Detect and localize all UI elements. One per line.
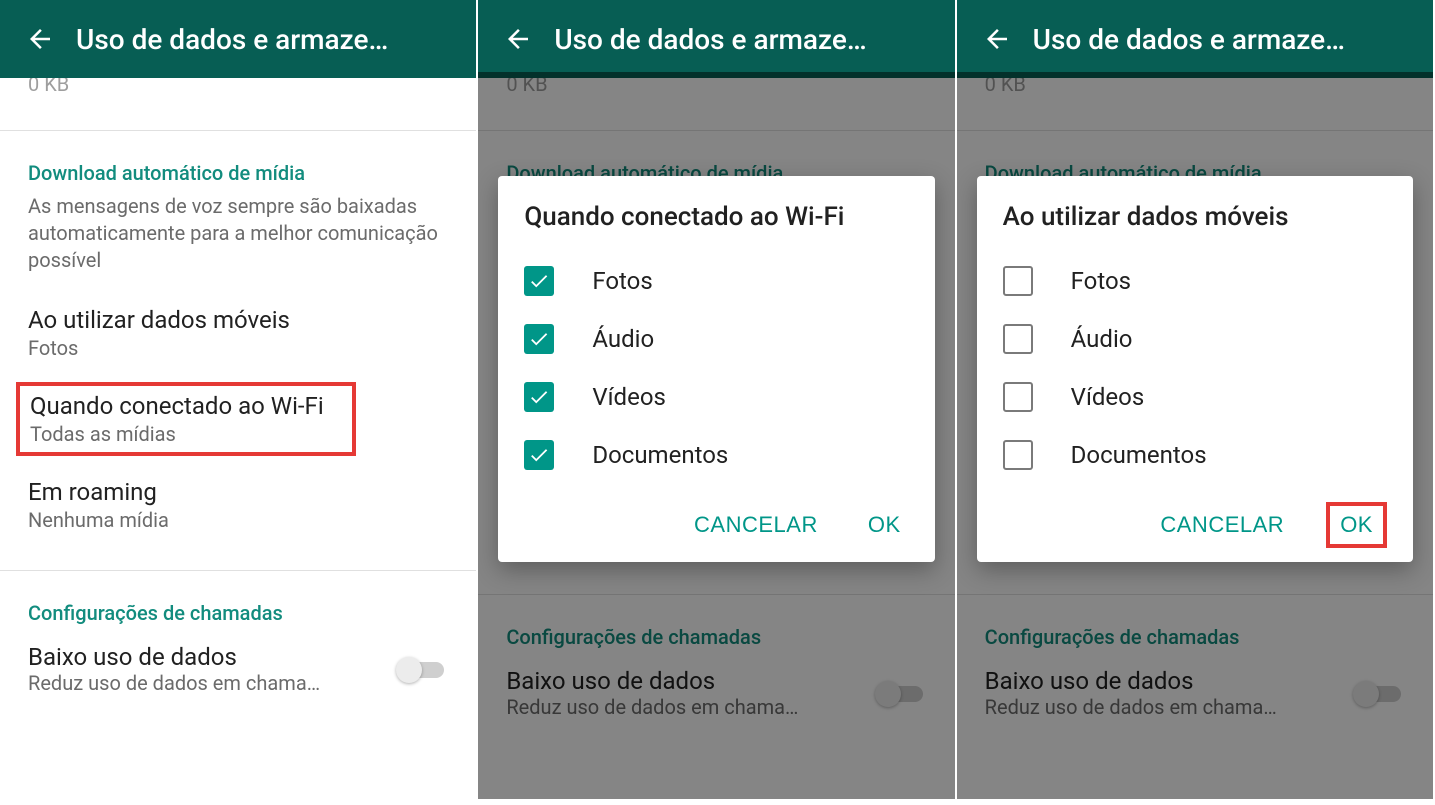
header-title: Uso de dados e armaze…: [76, 23, 458, 56]
checkbox-photos[interactable]: [524, 266, 554, 296]
checkbox-photos[interactable]: [1003, 266, 1033, 296]
wifi-download-dialog: Quando conectado ao Wi-Fi Fotos Áudio Ví…: [498, 176, 934, 562]
setting-wifi-sub: Todas as mídias: [30, 422, 342, 446]
checkbox-label: Áudio: [1071, 325, 1133, 353]
check-icon: [528, 444, 550, 466]
checkbox-label: Documentos: [592, 441, 728, 469]
checkbox-videos[interactable]: [1003, 382, 1033, 412]
setting-wifi-highlighted[interactable]: Quando conectado ao Wi-Fi Todas as mídia…: [16, 382, 356, 456]
settings-body: 0 KB Download automático de mídia As men…: [478, 72, 954, 799]
app-header: Uso de dados e armaze…: [0, 0, 476, 78]
checkbox-row-documents[interactable]: Documentos: [524, 426, 908, 484]
header-title: Uso de dados e armaze…: [1033, 23, 1415, 56]
low-data-switch[interactable]: [396, 654, 448, 684]
checkbox-row-photos[interactable]: Fotos: [1003, 252, 1387, 310]
cancel-button[interactable]: CANCELAR: [686, 502, 826, 548]
setting-roaming-sub: Nenhuma mídia: [28, 508, 448, 532]
app-header: Uso de dados e armaze…: [957, 0, 1433, 78]
setting-mobile-title: Ao utilizar dados móveis: [28, 306, 448, 334]
checkbox-row-audio[interactable]: Áudio: [524, 310, 908, 368]
checkbox-row-videos[interactable]: Vídeos: [524, 368, 908, 426]
setting-wifi-title: Quando conectado ao Wi-Fi: [30, 392, 342, 420]
setting-mobile-data[interactable]: Ao utilizar dados móveis Fotos: [0, 284, 476, 382]
checkbox-label: Vídeos: [592, 383, 666, 411]
check-icon: [528, 328, 550, 350]
checkbox-label: Fotos: [1071, 267, 1131, 295]
setting-roaming-title: Em roaming: [28, 478, 448, 506]
checkbox-row-photos[interactable]: Fotos: [524, 252, 908, 310]
mobile-download-dialog: Ao utilizar dados móveis Fotos Áudio Víd…: [977, 176, 1413, 562]
dialog-actions: CANCELAR OK: [1003, 502, 1387, 548]
back-button[interactable]: [18, 17, 62, 61]
checkbox-row-documents[interactable]: Documentos: [1003, 426, 1387, 484]
ok-button-highlighted[interactable]: OK: [1326, 502, 1387, 548]
settings-body: 0 KB Download automático de mídia As men…: [0, 72, 476, 799]
checkbox-audio[interactable]: [524, 324, 554, 354]
low-data-title: Baixo uso de dados: [28, 643, 384, 671]
checkbox-videos[interactable]: [524, 382, 554, 412]
checkbox-label: Áudio: [592, 325, 654, 353]
checkbox-label: Documentos: [1071, 441, 1207, 469]
section-media-subtitle: As mensagens de voz sempre são baixadas …: [0, 191, 476, 284]
dialog-actions: CANCELAR OK: [524, 502, 908, 548]
ok-button[interactable]: OK: [860, 502, 909, 548]
screen-mobile-dialog: Uso de dados e armaze… 0 KB Download aut…: [957, 0, 1435, 805]
arrow-left-icon: [503, 24, 533, 54]
settings-body: 0 KB Download automático de mídia As men…: [957, 72, 1433, 799]
screen-wifi-dialog: Uso de dados e armaze… 0 KB Download aut…: [478, 0, 956, 805]
dialog-title: Quando conectado ao Wi-Fi: [524, 202, 908, 232]
back-button[interactable]: [496, 17, 540, 61]
checkbox-label: Vídeos: [1071, 383, 1145, 411]
low-data-sub: Reduz uso de dados em chama…: [28, 671, 384, 695]
header-title: Uso de dados e armaze…: [554, 23, 936, 56]
checkbox-label: Fotos: [592, 267, 652, 295]
checkbox-row-audio[interactable]: Áudio: [1003, 310, 1387, 368]
checkbox-audio[interactable]: [1003, 324, 1033, 354]
dialog-title: Ao utilizar dados móveis: [1003, 202, 1387, 232]
section-media-title: Download automático de mídia: [0, 131, 476, 191]
setting-mobile-sub: Fotos: [28, 336, 448, 360]
cancel-button[interactable]: CANCELAR: [1152, 502, 1292, 548]
checkbox-row-videos[interactable]: Vídeos: [1003, 368, 1387, 426]
check-icon: [528, 270, 550, 292]
previous-item-remnant: 0 KB: [0, 72, 476, 114]
section-calls-title: Configurações de chamadas: [0, 571, 476, 631]
screen-settings: Uso de dados e armaze… 0 KB Download aut…: [0, 0, 478, 805]
app-header: Uso de dados e armaze…: [478, 0, 954, 78]
checkbox-documents[interactable]: [1003, 440, 1033, 470]
check-icon: [528, 386, 550, 408]
back-button[interactable]: [975, 17, 1019, 61]
arrow-left-icon: [982, 24, 1012, 54]
checkbox-documents[interactable]: [524, 440, 554, 470]
setting-roaming[interactable]: Em roaming Nenhuma mídia: [0, 456, 476, 554]
setting-low-data[interactable]: Baixo uso de dados Reduz uso de dados em…: [0, 631, 476, 695]
arrow-left-icon: [25, 24, 55, 54]
